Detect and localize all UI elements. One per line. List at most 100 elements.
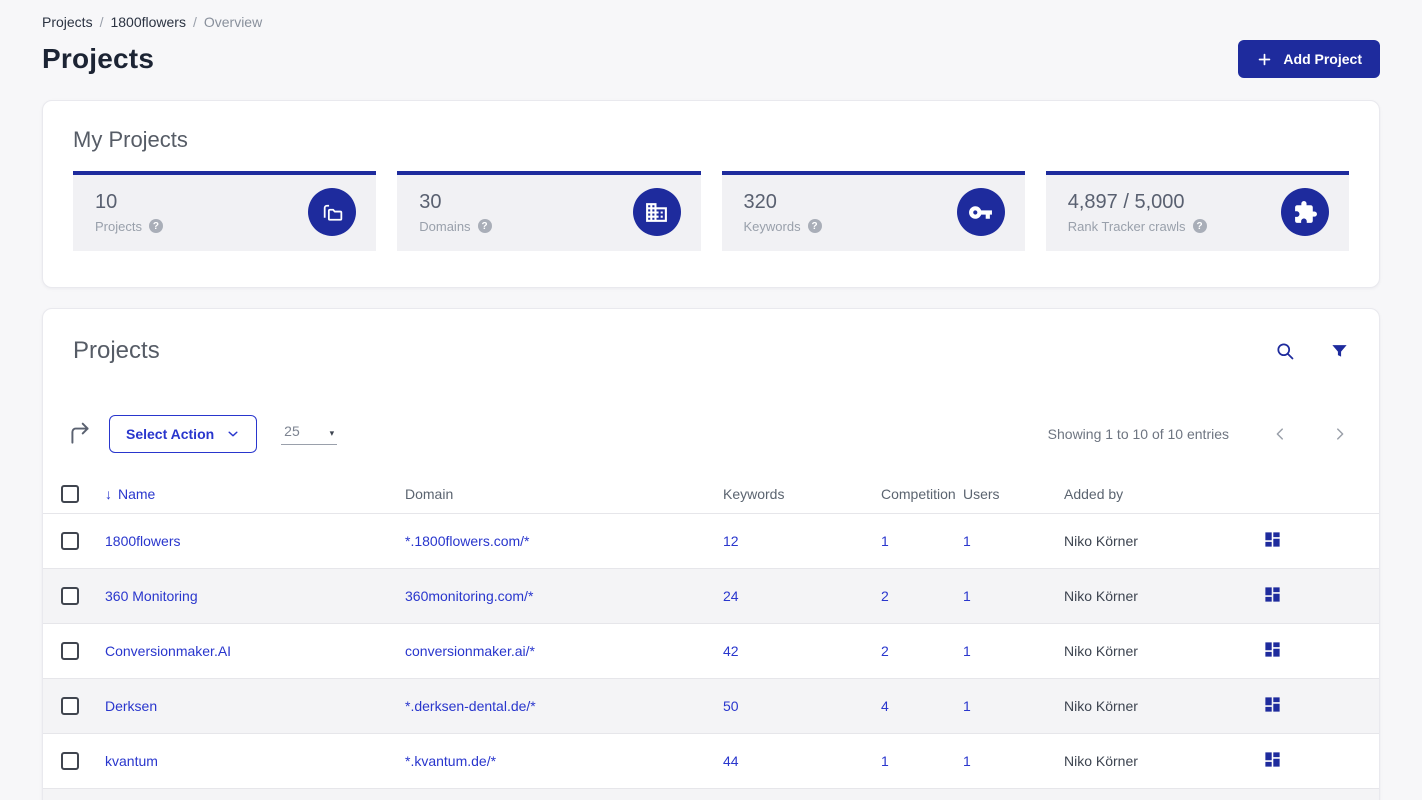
filter-icon[interactable] bbox=[1330, 342, 1349, 361]
stat-projects-value: 10 bbox=[95, 190, 118, 213]
project-dashboard-button[interactable] bbox=[1263, 750, 1282, 769]
dashboard-icon bbox=[1265, 642, 1280, 657]
select-all-checkbox[interactable] bbox=[61, 485, 79, 504]
column-header-added-by[interactable]: Added by bbox=[1064, 486, 1263, 502]
stat-projects: 10 Projects ? bbox=[73, 171, 377, 251]
project-competition-link[interactable]: 1 bbox=[881, 533, 889, 549]
column-header-users[interactable]: Users bbox=[963, 486, 1064, 502]
column-header-keywords[interactable]: Keywords bbox=[723, 486, 881, 502]
add-project-label: Add Project bbox=[1283, 51, 1362, 67]
project-dashboard-button[interactable] bbox=[1263, 585, 1282, 604]
stats-row: 10 Projects ? 30 Domains ? 320 Keywords … bbox=[73, 171, 1349, 251]
project-keywords-link[interactable]: 44 bbox=[723, 753, 739, 769]
project-domain-link[interactable]: 360monitoring.com/* bbox=[405, 588, 533, 604]
showing-entries-text: Showing 1 to 10 of 10 entries bbox=[1047, 426, 1229, 442]
added-by-text: Niko Körner bbox=[1064, 533, 1138, 549]
row-checkbox[interactable] bbox=[61, 697, 79, 716]
breadcrumb-overview: Overview bbox=[203, 14, 263, 30]
table-header-row: ↓ Name Domain Keywords Competition Users… bbox=[43, 475, 1379, 513]
search-icon[interactable] bbox=[1275, 341, 1296, 362]
project-users-link[interactable]: 1 bbox=[963, 588, 971, 604]
project-name-link[interactable]: 1800flowers bbox=[105, 533, 181, 549]
table-row: 360 Monitoring 360monitoring.com/* 24 2 … bbox=[43, 568, 1379, 623]
select-action-label: Select Action bbox=[126, 426, 215, 442]
breadcrumb-1800flowers[interactable]: 1800flowers bbox=[110, 14, 186, 30]
stat-keywords-value: 320 bbox=[743, 190, 777, 213]
project-dashboard-button[interactable] bbox=[1263, 530, 1282, 549]
column-header-name[interactable]: ↓ Name bbox=[105, 486, 405, 502]
pagination-next-icon[interactable] bbox=[1331, 425, 1349, 443]
column-header-competition[interactable]: Competition bbox=[881, 486, 963, 502]
breadcrumb-separator: / bbox=[99, 14, 104, 30]
help-icon[interactable]: ? bbox=[148, 219, 163, 233]
breadcrumb: Projects / 1800flowers / Overview bbox=[42, 0, 1380, 30]
plus-icon bbox=[1259, 53, 1271, 65]
project-dashboard-button[interactable] bbox=[1263, 695, 1282, 714]
table-row-partial bbox=[43, 788, 1379, 800]
stat-crawls-value: 4,897 / 5,000 bbox=[1067, 190, 1185, 213]
stat-domains: 30 Domains ? bbox=[397, 171, 701, 251]
project-name-link[interactable]: 360 Monitoring bbox=[105, 588, 198, 604]
project-name-link[interactable]: Conversionmaker.AI bbox=[105, 643, 231, 659]
project-domain-link[interactable]: *.derksen-dental.de/* bbox=[405, 698, 536, 714]
select-caret-icon: ▾ bbox=[329, 428, 335, 438]
page: Projects / 1800flowers / Overview Projec… bbox=[0, 0, 1422, 800]
stat-crawls-label: Rank Tracker crawls bbox=[1067, 218, 1186, 234]
pagination-prev-icon[interactable] bbox=[1271, 425, 1289, 443]
projects-table: ↓ Name Domain Keywords Competition Users… bbox=[43, 475, 1379, 800]
project-domain-link[interactable]: *.1800flowers.com/* bbox=[405, 533, 530, 549]
project-competition-link[interactable]: 2 bbox=[881, 588, 889, 604]
table-body: 1800flowers *.1800flowers.com/* 12 1 1 N… bbox=[43, 513, 1379, 788]
project-domain-link[interactable]: conversionmaker.ai/* bbox=[405, 643, 535, 659]
stat-crawls: 4,897 / 5,000 Rank Tracker crawls ? bbox=[1045, 171, 1349, 251]
added-by-text: Niko Körner bbox=[1064, 643, 1138, 659]
project-keywords-link[interactable]: 50 bbox=[723, 698, 739, 714]
row-checkbox[interactable] bbox=[61, 752, 79, 771]
project-name-link[interactable]: kvantum bbox=[105, 753, 158, 769]
row-checkbox[interactable] bbox=[61, 587, 79, 606]
select-action-dropdown[interactable]: Select Action bbox=[109, 415, 258, 453]
table-row: 1800flowers *.1800flowers.com/* 12 1 1 N… bbox=[43, 513, 1379, 568]
project-competition-link[interactable]: 4 bbox=[881, 698, 889, 714]
project-competition-link[interactable]: 2 bbox=[881, 643, 889, 659]
add-project-button[interactable]: Add Project bbox=[1238, 40, 1380, 78]
project-keywords-link[interactable]: 24 bbox=[723, 588, 739, 604]
project-domain-link[interactable]: *.kvantum.de/* bbox=[405, 753, 496, 769]
help-icon[interactable]: ? bbox=[1192, 219, 1207, 233]
row-checkbox[interactable] bbox=[61, 532, 79, 551]
page-title: Projects bbox=[42, 43, 155, 74]
stat-keywords-label: Keywords bbox=[743, 218, 801, 234]
help-icon[interactable]: ? bbox=[807, 219, 822, 233]
project-users-link[interactable]: 1 bbox=[963, 533, 971, 549]
stat-keywords: 320 Keywords ? bbox=[721, 171, 1025, 251]
project-keywords-link[interactable]: 42 bbox=[723, 643, 739, 659]
title-row: Projects Add Project bbox=[42, 40, 1380, 78]
help-icon[interactable]: ? bbox=[477, 219, 492, 233]
added-by-text: Niko Körner bbox=[1064, 753, 1138, 769]
column-header-domain[interactable]: Domain bbox=[405, 486, 723, 502]
project-keywords-link[interactable]: 12 bbox=[723, 533, 739, 549]
stat-domains-value: 30 bbox=[419, 190, 442, 213]
row-checkbox[interactable] bbox=[61, 642, 79, 661]
project-competition-link[interactable]: 1 bbox=[881, 753, 889, 769]
dashboard-icon bbox=[1265, 752, 1280, 767]
export-arrow-icon[interactable] bbox=[67, 421, 93, 447]
project-users-link[interactable]: 1 bbox=[963, 698, 971, 714]
dashboard-icon bbox=[1265, 587, 1280, 602]
projects-panel: Projects Select Action 25 ▾ Showing 1 to… bbox=[42, 308, 1380, 800]
project-users-link[interactable]: 1 bbox=[963, 643, 971, 659]
dashboard-icon bbox=[1265, 697, 1280, 712]
crawls-puzzle-icon bbox=[1281, 188, 1329, 236]
dashboard-icon bbox=[1265, 532, 1280, 547]
stat-domains-label: Domains bbox=[419, 218, 471, 234]
page-size-select[interactable]: 25 ▾ bbox=[281, 423, 338, 445]
keywords-key-icon bbox=[956, 188, 1005, 236]
projects-panel-head: Projects bbox=[73, 337, 1349, 365]
project-dashboard-button[interactable] bbox=[1263, 640, 1282, 659]
page-size-value: 25 bbox=[284, 423, 300, 439]
table-toolbar: Select Action 25 ▾ Showing 1 to 10 of 10… bbox=[71, 415, 1349, 453]
breadcrumb-projects[interactable]: Projects bbox=[42, 14, 93, 30]
sort-desc-icon: ↓ bbox=[105, 486, 112, 502]
project-name-link[interactable]: Derksen bbox=[105, 698, 157, 714]
project-users-link[interactable]: 1 bbox=[963, 753, 971, 769]
